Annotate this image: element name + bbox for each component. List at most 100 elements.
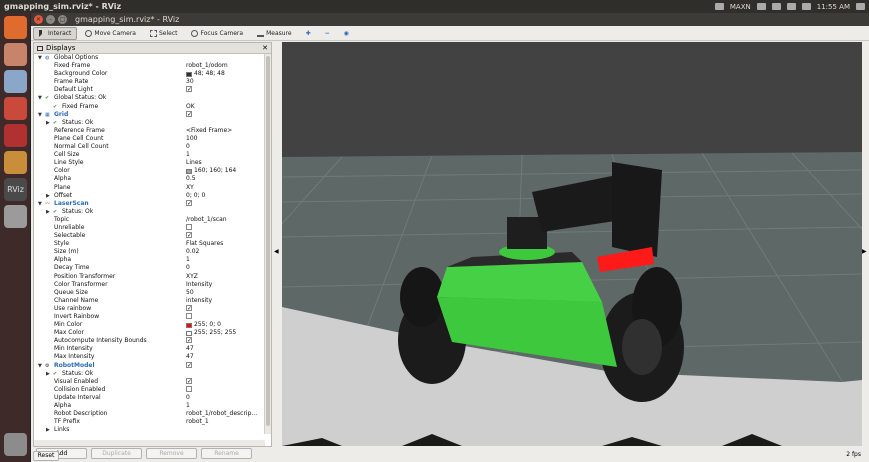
property-value[interactable]: XY [186, 184, 194, 192]
collapse-left-arrow-icon[interactable]: ◀ [274, 248, 279, 255]
property-value[interactable]: /robot_1/scan [186, 216, 227, 224]
property-value[interactable] [186, 223, 194, 230]
display-property-row[interactable]: Use rainbow ✓ [34, 304, 265, 313]
property-value[interactable]: OK [186, 103, 195, 111]
display-property-row[interactable]: Style Flat Squares [34, 240, 265, 248]
property-value[interactable]: ✓ [186, 86, 194, 93]
settings-gear-icon[interactable] [856, 3, 865, 10]
network-icon[interactable] [771, 3, 781, 10]
display-property-row[interactable]: Plane XY [34, 184, 265, 192]
property-value[interactable]: robot_1 [186, 418, 209, 426]
display-property-row[interactable]: Visual Enabled ✓ [34, 377, 265, 386]
expand-down-arrow-icon[interactable]: ▼ [38, 200, 42, 208]
display-property-row[interactable]: Background Color 48; 48; 48 [34, 70, 265, 78]
keyboard-indicator[interactable]: MAXN [730, 3, 751, 11]
property-value[interactable]: robot_1/odom [186, 62, 228, 70]
display-property-row[interactable]: ▶ Links [34, 426, 265, 434]
display-property-row[interactable]: ▼ 〰 LaserScan ✓ [34, 199, 265, 208]
color-swatch[interactable] [186, 322, 192, 328]
reset-button[interactable]: Reset [33, 451, 59, 461]
property-value[interactable]: ✓ [186, 337, 194, 344]
display-property-row[interactable]: Collision Enabled [34, 385, 265, 394]
tool-measure[interactable]: Measure [251, 27, 298, 40]
display-property-row[interactable]: Queue Size 50 [34, 289, 265, 297]
displays-tree[interactable]: ▼ ◍ Global Options Fixed Frame robot_1/odom B… [34, 54, 265, 434]
property-value[interactable]: ✓ [186, 304, 194, 311]
property-value[interactable]: 30 [186, 78, 194, 86]
ubuntu-dash-icon[interactable] [4, 16, 27, 39]
display-property-row[interactable]: Unreliable [34, 223, 265, 232]
checkbox[interactable] [186, 223, 192, 230]
display-property-row[interactable]: ▶ ✔ Status: Ok [34, 208, 265, 216]
property-value[interactable]: Flat Squares [186, 240, 223, 248]
rviz-icon[interactable]: RViz [4, 178, 27, 201]
property-value[interactable]: 47 [186, 353, 194, 361]
display-property-row[interactable]: TF Prefix robot_1 [34, 418, 265, 426]
display-property-row[interactable]: Default Light ✓ [34, 86, 265, 94]
display-property-row[interactable]: Position Transformer XYZ [34, 273, 265, 281]
color-swatch[interactable] [186, 168, 192, 174]
property-value[interactable]: 0; 0; 0 [186, 192, 205, 200]
checkbox[interactable]: ✓ [186, 304, 192, 311]
display-property-row[interactable]: Color Transformer Intensity [34, 281, 265, 289]
expand-right-arrow-icon[interactable]: ▶ [46, 192, 50, 200]
display-property-row[interactable]: Selectable ✓ [34, 232, 265, 240]
property-value[interactable]: ✓ [186, 199, 194, 206]
drive-icon[interactable] [4, 205, 27, 228]
tool-select[interactable]: Select [144, 27, 184, 40]
color-swatch[interactable] [186, 71, 192, 77]
minimize-icon[interactable]: – [46, 15, 55, 24]
property-value[interactable]: ✓ [186, 232, 194, 239]
property-value[interactable]: intensity [186, 297, 212, 305]
display-property-row[interactable]: Update Interval 0 [34, 394, 265, 402]
display-property-row[interactable]: Min Intensity 47 [34, 345, 265, 353]
tool-remove[interactable]: − [319, 27, 336, 40]
display-property-row[interactable]: ▼ ✔ Global Status: Ok [34, 94, 265, 102]
property-value[interactable]: Intensity [186, 281, 212, 289]
display-property-row[interactable]: ▶ Offset 0; 0; 0 [34, 192, 265, 200]
display-property-row[interactable]: Plane Cell Count 100 [34, 135, 265, 143]
display-property-row[interactable]: ✔ Fixed Frame OK [34, 103, 265, 111]
display-property-row[interactable]: Topic/robot_1/scan [34, 216, 265, 224]
maximize-icon[interactable]: □ [58, 15, 67, 24]
display-property-row[interactable]: Frame Rate 30 [34, 78, 265, 86]
display-property-row[interactable]: Line Style Lines [34, 159, 265, 167]
property-value[interactable]: ✓ [186, 361, 194, 368]
checkbox[interactable]: ✓ [186, 110, 192, 117]
checkbox[interactable]: ✓ [186, 232, 192, 239]
display-property-row[interactable]: Alpha 1 [34, 256, 265, 264]
display-property-row[interactable]: Channel Name intensity [34, 297, 265, 305]
property-value[interactable]: 0 [186, 143, 190, 151]
property-value[interactable]: XYZ [186, 273, 198, 281]
nvidia-icon[interactable] [714, 3, 724, 10]
property-value[interactable]: 0 [186, 264, 190, 272]
checkbox[interactable]: ✓ [186, 199, 192, 206]
expand-right-arrow-icon[interactable]: ▶ [46, 370, 50, 378]
property-value[interactable]: ✓ [186, 110, 194, 117]
checkbox[interactable] [186, 385, 192, 392]
checkbox[interactable] [186, 313, 192, 319]
display-property-row[interactable]: Decay Time 0 [34, 264, 265, 272]
display-property-row[interactable]: Max Intensity 47 [34, 353, 265, 361]
tools-icon[interactable] [4, 97, 27, 120]
property-value[interactable]: 1 [186, 151, 190, 159]
expand-right-arrow-icon[interactable]: ▶ [46, 208, 50, 216]
clock[interactable]: 11:55 AM [817, 3, 850, 11]
power-mode-icon[interactable] [756, 3, 766, 10]
display-property-row[interactable]: Cell Size 1 [34, 151, 265, 159]
trash-icon[interactable] [4, 433, 27, 456]
property-value[interactable]: <Fixed Frame> [186, 127, 232, 135]
display-property-row[interactable]: Autocompute Intensity Bounds ✓ [34, 337, 265, 345]
display-property-row[interactable]: ▼ ▦ Grid ✓ [34, 110, 265, 119]
display-property-row[interactable]: Min Color 255; 0; 0 [34, 321, 265, 329]
display-property-row[interactable]: Robot Description robot_1/robot_descrip..… [34, 410, 265, 418]
property-value[interactable]: 1 [186, 256, 190, 264]
property-value[interactable]: 48; 48; 48 [186, 70, 225, 78]
display-property-row[interactable]: Alpha 1 [34, 402, 265, 410]
tool-move-camera[interactable]: Move Camera [79, 27, 142, 40]
checkbox[interactable]: ✓ [186, 361, 192, 368]
tool-interact[interactable]: Interact [33, 26, 78, 40]
property-value[interactable]: Lines [186, 159, 202, 167]
property-value[interactable]: 255; 0; 0 [186, 321, 221, 329]
display-property-row[interactable]: Size (m) 0.02 [34, 248, 265, 256]
